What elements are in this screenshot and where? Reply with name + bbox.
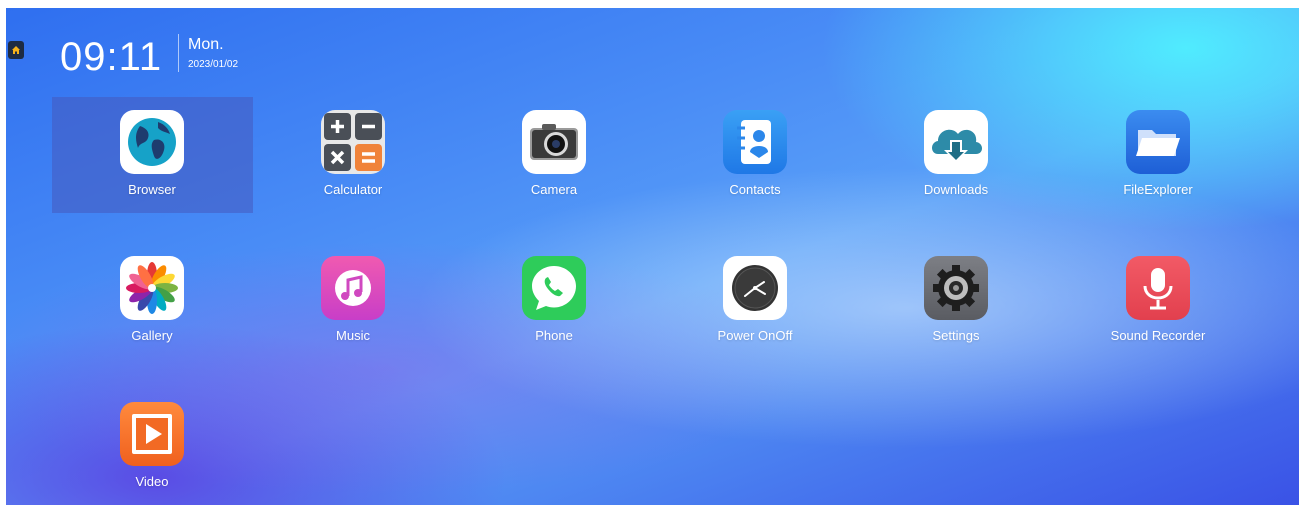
app-label-fileexplorer: FileExplorer [1123,182,1193,197]
app-power-onoff[interactable]: Power OnOff [665,246,845,356]
app-label-downloads: Downloads [923,182,989,197]
home-button[interactable] [8,41,24,59]
app-label-phone: Phone [535,328,573,343]
clock-day: Mon. [188,36,224,53]
app-calculator[interactable]: Calculator [263,100,443,210]
app-contacts[interactable]: Contacts [665,100,845,210]
launcher-screen: 09:11 Mon. 2023/01/02 Browser Calculator… [6,8,1299,505]
app-settings[interactable]: Settings [866,246,1046,356]
app-label-video: Video [135,474,169,489]
app-label-power-onoff: Power OnOff [717,328,793,343]
app-video[interactable]: Video [62,392,242,502]
contacts-icon [723,110,787,174]
folder-icon [1126,110,1190,174]
app-label-calculator: Calculator [323,182,383,197]
app-label-browser: Browser [128,182,176,197]
app-camera[interactable]: Camera [464,100,644,210]
app-gallery[interactable]: Gallery [62,246,242,356]
camera-icon [522,110,586,174]
clock-icon [723,256,787,320]
music-note-icon [321,256,385,320]
app-label-gallery: Gallery [131,328,173,343]
calculator-icon [321,110,385,174]
app-label-contacts: Contacts [729,182,781,197]
app-label-sound-recorder: Sound Recorder [1110,328,1206,343]
app-downloads[interactable]: Downloads [866,100,1046,210]
app-label-camera: Camera [530,182,578,197]
phone-icon [522,256,586,320]
home-icon [12,46,20,54]
app-phone[interactable]: Phone [464,246,644,356]
app-browser[interactable]: Browser [62,100,242,210]
clock-date: 2023/01/02 [188,59,239,70]
clock-time: 09:11 [60,35,163,79]
gear-icon [924,256,988,320]
globe-icon [120,110,184,174]
app-fileexplorer[interactable]: FileExplorer [1068,100,1248,210]
play-icon [120,402,184,466]
clock-divider [178,34,179,72]
app-music[interactable]: Music [263,246,443,356]
app-label-settings: Settings [932,328,980,343]
app-sound-recorder[interactable]: Sound Recorder [1068,246,1248,356]
cloud-download-icon [924,110,988,174]
flower-icon [120,256,184,320]
app-label-music: Music [336,328,370,343]
microphone-icon [1126,256,1190,320]
